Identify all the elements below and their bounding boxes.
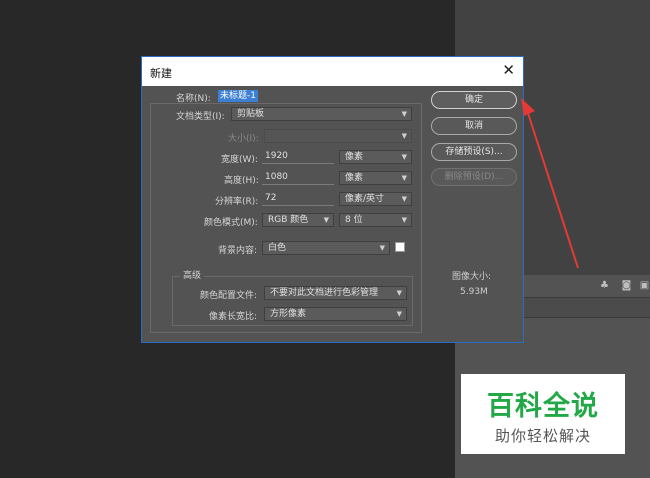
save-preset-button[interactable]: 存储预设(S)... xyxy=(431,143,517,161)
dialog-titlebar: 新建 ✕ xyxy=(142,57,523,86)
background-label: 背景内容: xyxy=(218,246,258,256)
height-input[interactable]: 1080 xyxy=(262,171,334,185)
bit-depth-select[interactable]: 8 位 ▼ xyxy=(339,213,412,227)
color-mode-value: RGB 颜色 xyxy=(268,215,309,225)
dialog-title: 新建 xyxy=(150,67,172,80)
bit-depth-value: 8 位 xyxy=(345,215,363,225)
width-input[interactable]: 1920 xyxy=(262,150,334,164)
width-label: 宽度(W): xyxy=(221,155,258,165)
close-icon[interactable]: ✕ xyxy=(502,62,515,78)
chevron-down-icon: ▼ xyxy=(323,216,329,224)
chevron-down-icon: ▼ xyxy=(401,216,407,224)
new-document-dialog: 新建 ✕ 名称(N): 未标题-1 文档类型(I): 剪贴板 ▼ 大小(I): … xyxy=(141,56,524,343)
chevron-down-icon: ▼ xyxy=(401,153,407,161)
watermark-subtitle: 助你轻松解决 xyxy=(494,427,591,445)
pixel-aspect-value: 方形像素 xyxy=(270,309,307,319)
doc-type-select[interactable]: 剪贴板 ▼ xyxy=(231,107,412,121)
pixel-aspect-select[interactable]: 方形像素 ▼ xyxy=(264,307,407,321)
chevron-down-icon: ▼ xyxy=(401,110,407,118)
image-size-value: 5.93M xyxy=(460,287,488,297)
width-unit-value: 像素 xyxy=(345,152,364,162)
doc-type-value: 剪贴板 xyxy=(237,109,265,119)
chevron-down-icon: ▼ xyxy=(396,310,402,318)
stamp-icon[interactable]: ♣ xyxy=(599,281,610,291)
doc-type-label: 文档类型(I): xyxy=(176,112,225,122)
color-profile-label: 颜色配置文件: xyxy=(200,291,258,301)
resolution-label: 分辨率(R): xyxy=(215,197,259,207)
background-value: 白色 xyxy=(268,243,287,253)
chevron-down-icon: ▼ xyxy=(401,132,407,140)
height-unit-select[interactable]: 像素 ▼ xyxy=(339,171,412,185)
background-select[interactable]: 白色 ▼ xyxy=(262,241,390,255)
chevron-down-icon: ▼ xyxy=(401,195,407,203)
resolution-input[interactable]: 72 xyxy=(262,192,334,206)
chevron-down-icon: ▼ xyxy=(396,289,402,297)
chevron-down-icon: ▼ xyxy=(379,244,385,252)
color-mode-select[interactable]: RGB 颜色 ▼ xyxy=(262,213,334,227)
trash-icon[interactable]: ▣ xyxy=(639,281,650,291)
resolution-unit-value: 像素/英寸 xyxy=(345,194,385,204)
delete-preset-button: 删除预设(D)... xyxy=(431,168,517,186)
image-size-label: 图像大小: xyxy=(452,272,492,282)
name-input[interactable]: 未标题-1 xyxy=(218,90,258,102)
background-color-swatch[interactable] xyxy=(395,242,405,252)
pixel-aspect-label: 像素长宽比: xyxy=(209,312,258,322)
camera-icon[interactable]: ◙ xyxy=(621,281,632,291)
chevron-down-icon: ▼ xyxy=(401,174,407,182)
color-mode-label: 颜色模式(M): xyxy=(204,218,258,228)
color-profile-value: 不要对此文档进行色彩管理 xyxy=(270,288,379,298)
cancel-button[interactable]: 取消 xyxy=(431,117,517,135)
advanced-title: 高级 xyxy=(180,268,205,281)
width-unit-select[interactable]: 像素 ▼ xyxy=(339,150,412,164)
height-unit-value: 像素 xyxy=(345,173,364,183)
color-profile-select[interactable]: 不要对此文档进行色彩管理 ▼ xyxy=(264,286,407,300)
resolution-unit-select[interactable]: 像素/英寸 ▼ xyxy=(339,192,412,206)
watermark-logo: 百科全说 助你轻松解决 xyxy=(461,374,625,454)
size-select: ▼ xyxy=(264,129,412,143)
ok-button[interactable]: 确定 xyxy=(431,91,517,109)
height-label: 高度(H): xyxy=(224,176,259,186)
size-label: 大小(I): xyxy=(228,134,259,144)
watermark-title: 百科全说 xyxy=(487,391,599,422)
